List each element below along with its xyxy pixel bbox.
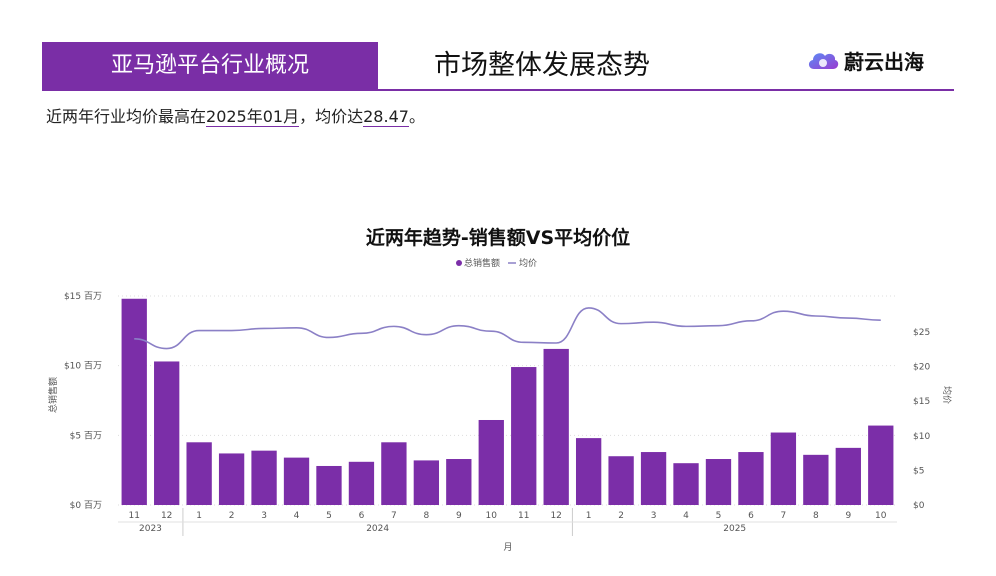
- sales-bar: [673, 463, 699, 505]
- sales-bar: [705, 459, 732, 505]
- x-tick-label: 3: [651, 511, 657, 521]
- sales-bar: [835, 447, 861, 505]
- y-left-tick-label: $10 百万: [64, 361, 102, 372]
- sales-bar: [575, 438, 602, 505]
- sales-bar: [251, 450, 277, 505]
- sales-bar: [770, 432, 797, 505]
- y-axis-right: $0 $5 $10 $15 $20 $25: [913, 328, 930, 511]
- y-right-tick-label: $5: [913, 466, 924, 476]
- x-tick-label: 6: [748, 511, 754, 521]
- sales-bar: [186, 442, 212, 505]
- sales-bar: [348, 461, 375, 505]
- trend-chart: 近两年趋势-销售额VS平均价位 总销售额 均价 $0 百万 $5 百万 $10 百万…: [47, 226, 953, 553]
- x-tick-label: 9: [456, 511, 462, 521]
- x-tick-label: 5: [716, 511, 722, 521]
- y-right-tick-label: $25: [913, 328, 930, 338]
- sales-bar: [121, 298, 147, 505]
- x-tick-label: 12: [550, 511, 561, 521]
- sales-bar: [413, 460, 440, 505]
- x-tick-label: 11: [518, 511, 529, 521]
- legend-swatch-sales: [456, 260, 462, 266]
- x-tick-label: 9: [845, 511, 851, 521]
- x-tick-label: 7: [781, 511, 787, 521]
- sales-bar: [218, 453, 245, 505]
- legend-label-price: 均价: [519, 257, 537, 269]
- x-tick-label: 10: [875, 511, 887, 521]
- y-right-tick-label: $15: [913, 397, 930, 407]
- sales-bar: [316, 465, 342, 505]
- x-year-label: 2024: [366, 524, 389, 534]
- chart-legend: 总销售额 均价: [456, 257, 537, 269]
- line-series: [134, 307, 881, 350]
- x-axis: 11 12 1 2 3 4 5 6 7 8 9 10 11 12 1 2 3 4 5 6 7 8 9 102023 2024 20…: [118, 508, 897, 536]
- sales-bar: [381, 442, 407, 505]
- x-tick-label: 4: [683, 511, 689, 521]
- x-axis-label: 月: [503, 542, 512, 553]
- chart-title: 近两年趋势-销售额VS平均价位: [366, 226, 630, 249]
- y-right-label: 均价: [941, 386, 953, 404]
- x-tick-label: 5: [326, 511, 332, 521]
- x-tick-label: 8: [423, 511, 429, 521]
- x-year-label: 2025: [723, 524, 746, 534]
- x-year-label: 2023: [139, 524, 162, 534]
- x-tick-label: 2: [618, 511, 624, 521]
- x-tick-label: 4: [294, 511, 300, 521]
- y-right-tick-label: $0: [913, 501, 925, 511]
- x-tick-label: 1: [586, 511, 592, 521]
- sales-bar: [478, 419, 504, 505]
- x-tick-label: 12: [161, 511, 172, 521]
- x-tick-label: 8: [813, 511, 819, 521]
- sales-bar: [868, 425, 894, 505]
- y-left-tick-label: $0 百万: [70, 500, 102, 511]
- y-left-tick-label: $5 百万: [70, 430, 102, 441]
- sales-bar: [640, 452, 667, 505]
- x-tick-label: 7: [391, 511, 397, 521]
- legend-label-sales: 总销售额: [464, 257, 500, 269]
- y-right-tick-label: $10: [913, 432, 930, 442]
- x-tick-label: 10: [486, 511, 498, 521]
- y-right-tick-label: $20: [913, 363, 930, 373]
- sales-bar: [511, 367, 537, 505]
- sales-bar: [608, 456, 634, 505]
- y-left-tick-label: $15 百万: [64, 291, 102, 302]
- x-tick-label: 3: [261, 511, 267, 521]
- sales-bar: [803, 454, 829, 505]
- sales-bar: [543, 348, 569, 505]
- x-tick-label: 11: [129, 511, 140, 521]
- sales-bar: [446, 459, 472, 505]
- x-tick-label: 2: [229, 511, 235, 521]
- sales-bar: [738, 452, 764, 505]
- sales-bar: [283, 457, 310, 505]
- y-axis-left: $0 百万 $5 百万 $10 百万 $15 百万: [64, 291, 102, 511]
- avg-price-line: [134, 307, 881, 350]
- y-left-label: 总销售额: [47, 377, 59, 413]
- x-tick-label: 6: [359, 511, 365, 521]
- x-tick-label: 1: [196, 511, 202, 521]
- sales-bar: [154, 361, 180, 505]
